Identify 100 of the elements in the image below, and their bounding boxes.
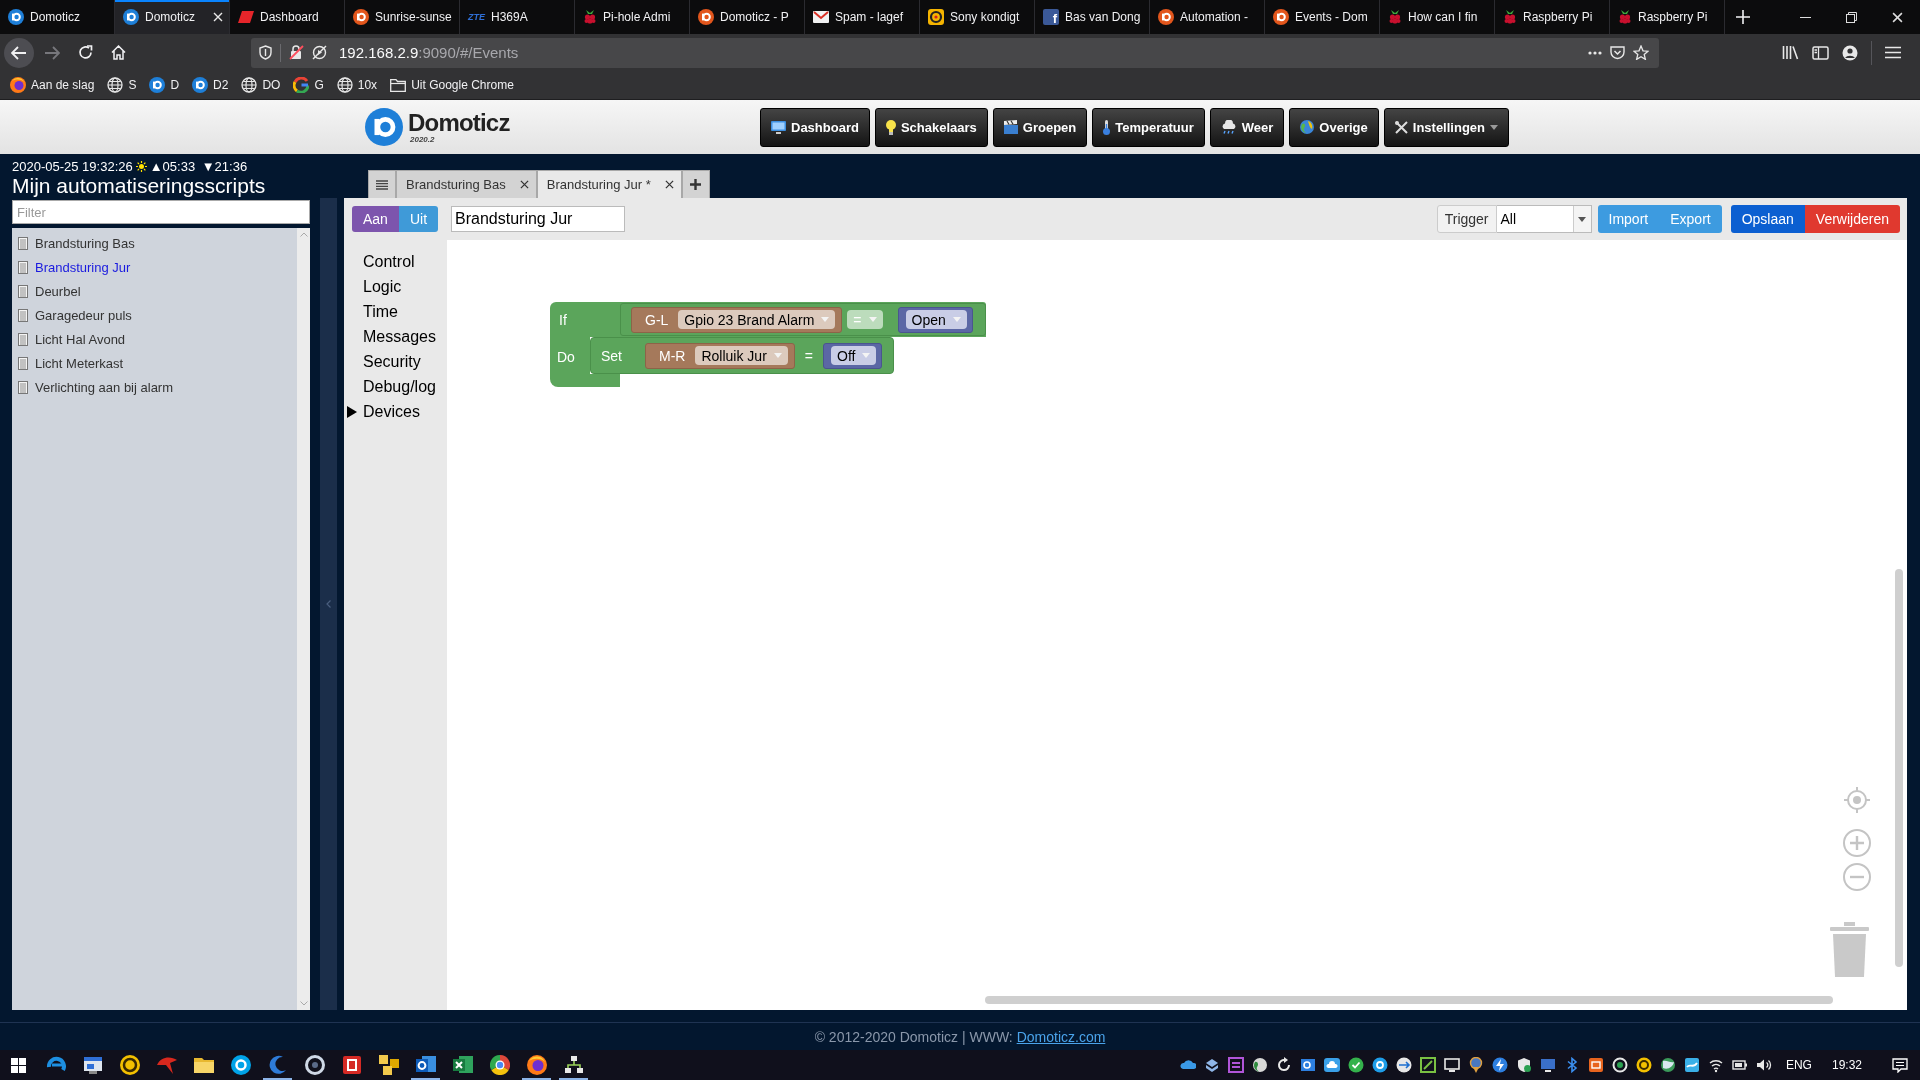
monitor-icon[interactable] xyxy=(1443,1057,1460,1073)
folder-icon[interactable] xyxy=(193,1057,214,1073)
check-icon[interactable] xyxy=(1347,1057,1364,1073)
window-icon[interactable] xyxy=(82,1055,103,1075)
network-icon[interactable] xyxy=(563,1055,584,1075)
globe-icon[interactable] xyxy=(1251,1057,1268,1073)
bubble-icon[interactable] xyxy=(230,1055,251,1075)
nav-button[interactable]: Overige xyxy=(1289,107,1379,147)
refresh-icon[interactable] xyxy=(1275,1057,1292,1073)
disc-icon[interactable] xyxy=(1395,1057,1412,1073)
toggle-option[interactable]: Aan xyxy=(352,206,399,232)
horizontal-scrollbar[interactable] xyxy=(985,996,1833,1004)
wheel-icon[interactable] xyxy=(489,1055,510,1075)
mail-tile-icon[interactable] xyxy=(415,1055,436,1075)
browser-tab[interactable]: Domoticz xyxy=(115,0,230,34)
toolbar-button[interactable]: Verwijderen xyxy=(1804,205,1900,233)
grid-icon[interactable] xyxy=(378,1055,399,1075)
bookmark-item[interactable]: Uit Google Chrome xyxy=(390,78,514,92)
bookmark-item[interactable]: G xyxy=(293,77,324,93)
bookmark-item[interactable]: S xyxy=(107,77,137,93)
start-icon[interactable] xyxy=(11,1057,26,1073)
close-icon[interactable] xyxy=(519,180,529,189)
category-item[interactable]: Time xyxy=(344,299,447,324)
category-item[interactable]: Control xyxy=(344,249,447,274)
script-item[interactable]: Brandsturing Bas xyxy=(12,231,297,255)
pin-icon[interactable] xyxy=(1467,1057,1484,1073)
bolt-icon[interactable] xyxy=(1491,1057,1508,1073)
bubble-icon[interactable] xyxy=(1371,1057,1388,1073)
bookmark-item[interactable]: D xyxy=(149,77,180,93)
star-icon[interactable] xyxy=(1633,45,1649,60)
square-icon[interactable] xyxy=(1419,1057,1436,1073)
bird-icon[interactable] xyxy=(156,1056,177,1074)
nav-button[interactable]: Instellingen xyxy=(1383,107,1509,147)
device-dropdown[interactable]: Rolluik Jur xyxy=(695,346,788,365)
autoplay-icon[interactable] xyxy=(312,45,327,60)
add-tab-button[interactable] xyxy=(681,170,710,198)
nav-button[interactable]: Weer xyxy=(1209,107,1285,147)
pocket-icon[interactable] xyxy=(1610,45,1625,60)
plus-icon[interactable] xyxy=(1736,10,1750,24)
clock-text[interactable]: 19:32 xyxy=(1831,1058,1862,1072)
toolbar-button[interactable]: Opslaan xyxy=(1730,205,1805,233)
monitor-icon[interactable] xyxy=(1539,1057,1556,1073)
sidebar-icon[interactable] xyxy=(1812,45,1829,60)
shield-icon[interactable] xyxy=(259,45,272,60)
cloud-icon[interactable] xyxy=(1323,1057,1340,1073)
wifi-icon[interactable] xyxy=(1707,1057,1724,1073)
bookmark-item[interactable]: DO xyxy=(241,77,281,93)
script-item[interactable]: Brandsturing Jur xyxy=(12,255,297,279)
tab-list-button[interactable] xyxy=(368,170,396,198)
orb-icon[interactable] xyxy=(526,1055,547,1075)
bookmark-item[interactable]: 10x xyxy=(336,77,378,93)
filter-field[interactable]: Filter xyxy=(12,200,310,224)
category-item[interactable]: Logic xyxy=(344,274,447,299)
forward-arrow-icon[interactable] xyxy=(44,45,60,60)
nav-button[interactable]: Dashboard xyxy=(760,107,870,147)
category-item[interactable]: Security xyxy=(344,349,447,374)
script-item[interactable]: Verlichting aan bij alarm xyxy=(12,375,297,399)
vertical-scrollbar[interactable] xyxy=(1895,569,1903,967)
box-icon[interactable] xyxy=(1203,1057,1220,1073)
editor-tab[interactable]: Brandsturing Jur * xyxy=(536,170,682,198)
coin-icon[interactable] xyxy=(1635,1057,1652,1073)
script-item[interactable]: Garagedeur puls xyxy=(12,303,297,327)
restore-icon[interactable] xyxy=(1845,11,1857,23)
speaker-icon[interactable] xyxy=(1755,1057,1772,1073)
square-icon[interactable] xyxy=(342,1056,361,1074)
more-icon[interactable] xyxy=(1588,50,1602,55)
bookmark-item[interactable]: Aan de slag xyxy=(10,77,95,93)
script-item[interactable]: Deurbel xyxy=(12,279,297,303)
category-item[interactable]: Messages xyxy=(344,324,447,349)
lock-icon[interactable] xyxy=(289,45,304,60)
address-bar[interactable]: 192.168.2.9:9090/#/Events xyxy=(251,37,1659,68)
expand-arrow-icon[interactable] xyxy=(347,405,357,418)
notification-icon[interactable] xyxy=(1892,1057,1908,1073)
ring-icon[interactable] xyxy=(1611,1057,1628,1073)
account-icon[interactable] xyxy=(1842,44,1858,61)
tile-icon[interactable] xyxy=(1587,1057,1604,1073)
ring-icon[interactable] xyxy=(304,1055,325,1075)
library-icon[interactable] xyxy=(1782,45,1799,60)
trigger-select[interactable]: All xyxy=(1496,205,1592,233)
script-item[interactable]: Licht Meterkast xyxy=(12,351,297,375)
menu-icon[interactable] xyxy=(1885,46,1901,59)
category-item[interactable]: Devices xyxy=(344,399,447,424)
state-dropdown[interactable]: Off xyxy=(831,346,877,365)
battery-icon[interactable] xyxy=(1731,1057,1748,1073)
nav-button[interactable]: Temperatuur xyxy=(1092,107,1205,147)
sheet-icon[interactable] xyxy=(452,1055,473,1075)
editor-tab[interactable]: Brandsturing Bas xyxy=(396,170,537,198)
globe-icon[interactable] xyxy=(1659,1057,1676,1073)
home-icon[interactable] xyxy=(110,45,126,60)
language-indicator[interactable]: ENG xyxy=(1785,1058,1812,1072)
nav-button[interactable]: Groepen xyxy=(992,107,1088,147)
website-link[interactable]: Domoticz.com xyxy=(1016,1028,1106,1045)
script-item[interactable]: Licht Hal Avond xyxy=(12,327,297,351)
state-dropdown[interactable]: Open xyxy=(905,310,967,329)
back-button[interactable] xyxy=(4,37,34,68)
script-name-field[interactable]: Brandsturing Jur xyxy=(451,206,626,232)
reload-icon[interactable] xyxy=(77,45,93,60)
bookmark-item[interactable]: D2 xyxy=(192,77,229,93)
nav-button[interactable]: Schakelaars xyxy=(874,107,988,147)
tile-icon[interactable] xyxy=(1299,1057,1316,1073)
